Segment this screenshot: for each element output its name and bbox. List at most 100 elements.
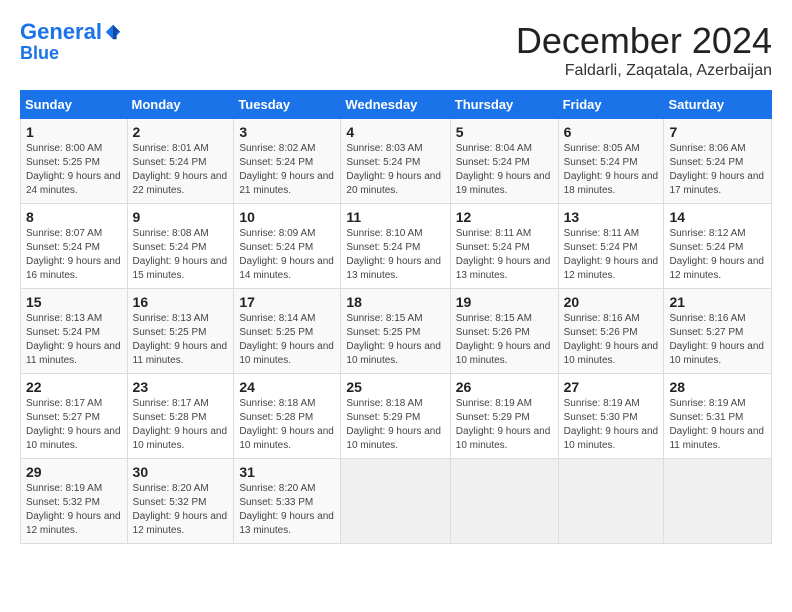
day-number: 24 [239, 379, 335, 395]
day-number: 27 [564, 379, 659, 395]
calendar-week-row: 1 Sunrise: 8:00 AM Sunset: 5:25 PM Daylig… [21, 119, 772, 204]
calendar-day-cell: 29Sunrise: 8:19 AM Sunset: 5:32 PM Dayli… [21, 459, 128, 544]
location: Faldarli, Zaqatala, Azerbaijan [516, 62, 772, 80]
day-number: 9 [133, 209, 229, 225]
weekday-header-sunday: Sunday [21, 91, 128, 119]
day-info: Sunrise: 8:19 AM Sunset: 5:30 PM Dayligh… [564, 397, 659, 453]
day-number: 4 [346, 124, 444, 140]
calendar-day-cell: 14 Sunrise: 8:12 AM Sunset: 5:24 PM Dayli… [664, 204, 772, 289]
calendar-day-cell: 3 Sunrise: 8:02 AM Sunset: 5:24 PM Daylig… [234, 119, 341, 204]
day-number: 26 [456, 379, 553, 395]
title-section: December 2024 Faldarli, Zaqatala, Azerba… [516, 20, 772, 80]
calendar-day-cell: 30 Sunrise: 8:20 AM Sunset: 5:32 PM Dayli… [127, 459, 234, 544]
calendar-day-cell: 2 Sunrise: 8:01 AM Sunset: 5:24 PM Daylig… [127, 119, 234, 204]
weekday-header-wednesday: Wednesday [341, 91, 450, 119]
calendar-day-cell: 15Sunrise: 8:13 AM Sunset: 5:24 PM Dayli… [21, 289, 128, 374]
day-number: 21 [669, 294, 766, 310]
day-number: 10 [239, 209, 335, 225]
day-number: 18 [346, 294, 444, 310]
day-number: 29 [26, 464, 122, 480]
calendar-day-cell: 4 Sunrise: 8:03 AM Sunset: 5:24 PM Daylig… [341, 119, 450, 204]
day-info: Sunrise: 8:03 AM Sunset: 5:24 PM Dayligh… [346, 142, 444, 198]
day-number: 31 [239, 464, 335, 480]
calendar-day-cell: 7 Sunrise: 8:06 AM Sunset: 5:24 PM Daylig… [664, 119, 772, 204]
weekday-header-monday: Monday [127, 91, 234, 119]
day-number: 14 [669, 209, 766, 225]
day-number: 7 [669, 124, 766, 140]
calendar-day-cell: 25Sunrise: 8:18 AM Sunset: 5:29 PM Dayli… [341, 374, 450, 459]
weekday-header-thursday: Thursday [450, 91, 558, 119]
calendar-day-cell: 12 Sunrise: 8:11 AM Sunset: 5:24 PM Dayli… [450, 204, 558, 289]
day-info: Sunrise: 8:01 AM Sunset: 5:24 PM Dayligh… [133, 142, 229, 198]
day-info: Sunrise: 8:20 AM Sunset: 5:33 PM Dayligh… [239, 482, 335, 538]
day-info: Sunrise: 8:06 AM Sunset: 5:24 PM Dayligh… [669, 142, 766, 198]
weekday-header-saturday: Saturday [664, 91, 772, 119]
month-title: December 2024 [516, 20, 772, 62]
day-number: 3 [239, 124, 335, 140]
calendar-day-cell: 6 Sunrise: 8:05 AM Sunset: 5:24 PM Daylig… [558, 119, 664, 204]
day-info: Sunrise: 8:15 AM Sunset: 5:26 PM Dayligh… [456, 312, 553, 368]
calendar-day-cell: 19Sunrise: 8:15 AM Sunset: 5:26 PM Dayli… [450, 289, 558, 374]
day-info: Sunrise: 8:13 AM Sunset: 5:25 PM Dayligh… [133, 312, 229, 368]
day-number: 16 [133, 294, 229, 310]
calendar-table: SundayMondayTuesdayWednesdayThursdayFrid… [20, 90, 772, 544]
day-number: 8 [26, 209, 122, 225]
calendar-day-cell: 28 Sunrise: 8:19 AM Sunset: 5:31 PM Dayli… [664, 374, 772, 459]
calendar-day-cell: 31 Sunrise: 8:20 AM Sunset: 5:33 PM Dayli… [234, 459, 341, 544]
day-info: Sunrise: 8:11 AM Sunset: 5:24 PM Dayligh… [456, 227, 553, 283]
day-info: Sunrise: 8:18 AM Sunset: 5:28 PM Dayligh… [239, 397, 335, 453]
calendar-day-cell: 5Sunrise: 8:04 AM Sunset: 5:24 PM Daylig… [450, 119, 558, 204]
day-info: Sunrise: 8:16 AM Sunset: 5:26 PM Dayligh… [564, 312, 659, 368]
calendar-day-cell: 17 Sunrise: 8:14 AM Sunset: 5:25 PM Dayli… [234, 289, 341, 374]
day-info: Sunrise: 8:05 AM Sunset: 5:24 PM Dayligh… [564, 142, 659, 198]
day-info: Sunrise: 8:14 AM Sunset: 5:25 PM Dayligh… [239, 312, 335, 368]
calendar-day-cell: 9 Sunrise: 8:08 AM Sunset: 5:24 PM Daylig… [127, 204, 234, 289]
calendar-day-cell: 26 Sunrise: 8:19 AM Sunset: 5:29 PM Dayli… [450, 374, 558, 459]
day-number: 6 [564, 124, 659, 140]
calendar-day-cell [450, 459, 558, 544]
day-number: 1 [26, 124, 122, 140]
calendar-day-cell: 16 Sunrise: 8:13 AM Sunset: 5:25 PM Dayli… [127, 289, 234, 374]
calendar-day-cell: 24 Sunrise: 8:18 AM Sunset: 5:28 PM Dayli… [234, 374, 341, 459]
calendar-day-cell: 21 Sunrise: 8:16 AM Sunset: 5:27 PM Dayli… [664, 289, 772, 374]
day-info: Sunrise: 8:11 AM Sunset: 5:24 PM Dayligh… [564, 227, 659, 283]
day-info: Sunrise: 8:08 AM Sunset: 5:24 PM Dayligh… [133, 227, 229, 283]
day-info: Sunrise: 8:20 AM Sunset: 5:32 PM Dayligh… [133, 482, 229, 538]
calendar-day-cell: 8Sunrise: 8:07 AM Sunset: 5:24 PM Daylig… [21, 204, 128, 289]
calendar-day-cell [664, 459, 772, 544]
day-number: 20 [564, 294, 659, 310]
weekday-header-friday: Friday [558, 91, 664, 119]
day-info: Sunrise: 8:00 AM Sunset: 5:25 PM Dayligh… [26, 142, 122, 198]
calendar-day-cell: 27 Sunrise: 8:19 AM Sunset: 5:30 PM Dayli… [558, 374, 664, 459]
calendar-day-cell: 20 Sunrise: 8:16 AM Sunset: 5:26 PM Dayli… [558, 289, 664, 374]
logo: General Blue [20, 20, 122, 64]
day-info: Sunrise: 8:16 AM Sunset: 5:27 PM Dayligh… [669, 312, 766, 368]
calendar-week-row: 15Sunrise: 8:13 AM Sunset: 5:24 PM Dayli… [21, 289, 772, 374]
day-number: 28 [669, 379, 766, 395]
calendar-week-row: 8Sunrise: 8:07 AM Sunset: 5:24 PM Daylig… [21, 204, 772, 289]
day-number: 11 [346, 209, 444, 225]
calendar-day-cell: 13 Sunrise: 8:11 AM Sunset: 5:24 PM Dayli… [558, 204, 664, 289]
day-number: 13 [564, 209, 659, 225]
day-info: Sunrise: 8:15 AM Sunset: 5:25 PM Dayligh… [346, 312, 444, 368]
day-info: Sunrise: 8:19 AM Sunset: 5:31 PM Dayligh… [669, 397, 766, 453]
day-info: Sunrise: 8:19 AM Sunset: 5:29 PM Dayligh… [456, 397, 553, 453]
day-number: 12 [456, 209, 553, 225]
day-number: 22 [26, 379, 122, 395]
calendar-week-row: 22Sunrise: 8:17 AM Sunset: 5:27 PM Dayli… [21, 374, 772, 459]
day-number: 5 [456, 124, 553, 140]
day-number: 30 [133, 464, 229, 480]
calendar-day-cell: 23Sunrise: 8:17 AM Sunset: 5:28 PM Dayli… [127, 374, 234, 459]
day-info: Sunrise: 8:12 AM Sunset: 5:24 PM Dayligh… [669, 227, 766, 283]
day-number: 17 [239, 294, 335, 310]
logo-subtext: Blue [20, 44, 122, 64]
calendar-day-cell: 10Sunrise: 8:09 AM Sunset: 5:24 PM Dayli… [234, 204, 341, 289]
day-info: Sunrise: 8:02 AM Sunset: 5:24 PM Dayligh… [239, 142, 335, 198]
weekday-header-tuesday: Tuesday [234, 91, 341, 119]
calendar-day-cell [558, 459, 664, 544]
calendar-day-cell: 18 Sunrise: 8:15 AM Sunset: 5:25 PM Dayli… [341, 289, 450, 374]
day-info: Sunrise: 8:10 AM Sunset: 5:24 PM Dayligh… [346, 227, 444, 283]
day-info: Sunrise: 8:13 AM Sunset: 5:24 PM Dayligh… [26, 312, 122, 368]
calendar-day-cell: 11 Sunrise: 8:10 AM Sunset: 5:24 PM Dayli… [341, 204, 450, 289]
day-number: 2 [133, 124, 229, 140]
